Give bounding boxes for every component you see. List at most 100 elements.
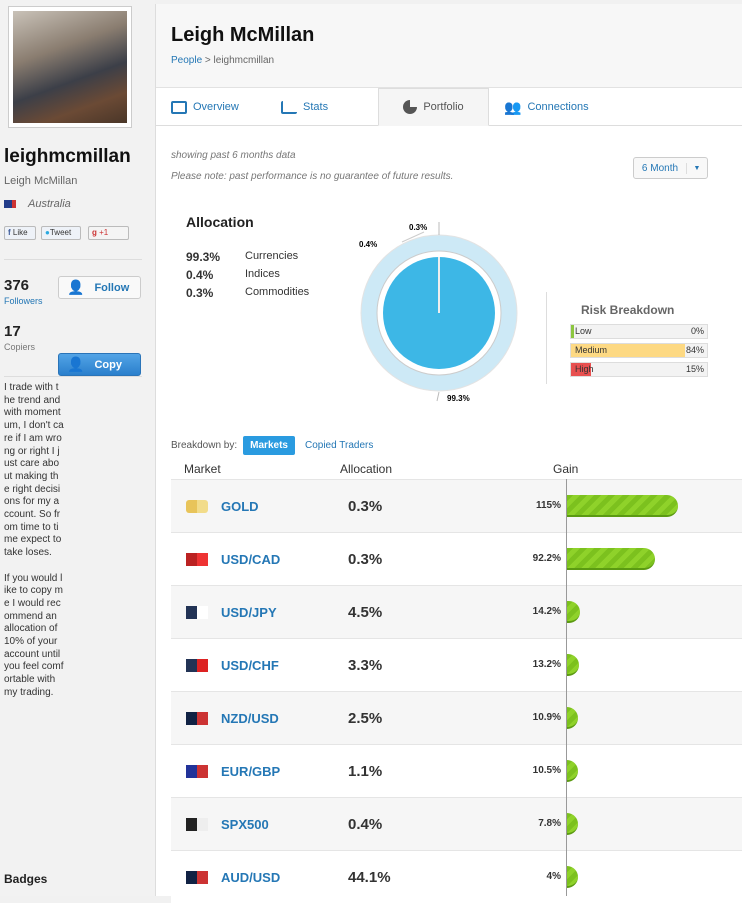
period-dropdown[interactable]: 6 Month ▼ bbox=[633, 157, 708, 179]
table-row[interactable]: AUD/USD 44.1% 4% bbox=[171, 850, 742, 903]
stats-chart-icon bbox=[281, 100, 297, 114]
breadcrumb: People > leighmcmillan bbox=[171, 55, 275, 66]
market-link[interactable]: NZD/USD bbox=[221, 711, 279, 726]
nz-us-flag-icon bbox=[186, 712, 208, 725]
main-panel: Leigh McMillan People > leighmcmillan Ov… bbox=[155, 4, 742, 903]
tab-stats[interactable]: Stats bbox=[281, 88, 328, 126]
risk-label: Low bbox=[575, 326, 592, 336]
table-row[interactable]: USD/JPY 4.5% 14.2% bbox=[171, 585, 742, 638]
follow-button[interactable]: 👤 Follow bbox=[58, 276, 141, 299]
username: leighmcmillan bbox=[4, 146, 131, 167]
users-icon: 👥 bbox=[504, 98, 522, 115]
followers-label[interactable]: Followers bbox=[4, 296, 43, 306]
gain-bar bbox=[566, 601, 580, 623]
gain-value: 7.8% bbox=[538, 818, 561, 829]
table-row[interactable]: USD/CHF 3.3% 13.2% bbox=[171, 638, 742, 691]
copy-button[interactable]: 👤 Copy bbox=[58, 353, 141, 376]
copiers-label: Copiers bbox=[4, 342, 36, 352]
market-link[interactable]: USD/CHF bbox=[221, 658, 279, 673]
copiers-count: 17 bbox=[4, 323, 21, 340]
allocation-pie-chart: 0.3% 0.4% 99.3% bbox=[359, 222, 518, 403]
gain-bar bbox=[566, 707, 578, 729]
gain-value: 10.5% bbox=[532, 765, 561, 776]
real-name: Leigh McMillan bbox=[4, 175, 78, 187]
risk-value: 0% bbox=[690, 326, 704, 336]
tweet-button[interactable]: ●Tweet bbox=[41, 226, 81, 240]
risk-bar-medium: Medium 84% bbox=[570, 343, 708, 358]
copy-user-icon: 👤 bbox=[67, 356, 85, 372]
us-jp-flag-icon bbox=[186, 606, 208, 619]
us-ch-flag-icon bbox=[186, 659, 208, 672]
column-gain: Gain bbox=[553, 462, 579, 476]
gain-bar bbox=[566, 654, 579, 676]
gain-bar bbox=[566, 813, 578, 835]
risk-label: Medium bbox=[575, 345, 608, 355]
gain-value: 92.2% bbox=[532, 553, 561, 564]
allocation-value: 1.1% bbox=[348, 763, 383, 780]
copied-traders-toggle[interactable]: Copied Traders bbox=[305, 440, 373, 451]
gain-value: 115% bbox=[535, 500, 561, 511]
table-row[interactable]: EUR/GBP 1.1% 10.5% bbox=[171, 744, 742, 797]
risk-label: High bbox=[575, 364, 594, 374]
google-plus-button[interactable]: g +1 bbox=[88, 226, 129, 240]
market-link[interactable]: USD/CAD bbox=[221, 552, 280, 567]
risk-bar-low: Low 0% bbox=[570, 324, 708, 339]
pie-chart-icon bbox=[403, 100, 418, 114]
markets-table: GOLD 0.3% 115% USD/CAD 0.3% 92.2% USD/JP… bbox=[171, 479, 742, 903]
breadcrumb-people[interactable]: People bbox=[171, 55, 202, 66]
table-row[interactable]: NZD/USD 2.5% 10.9% bbox=[171, 691, 742, 744]
avatar bbox=[8, 6, 132, 128]
gold-bar-flag-icon bbox=[186, 500, 208, 513]
allocation-row: 99.3% Currencies bbox=[186, 250, 299, 264]
australia-flag-icon bbox=[4, 200, 16, 208]
gain-axis bbox=[566, 479, 567, 896]
market-link[interactable]: GOLD bbox=[221, 499, 259, 514]
risk-value: 84% bbox=[685, 345, 704, 355]
country: Australia bbox=[4, 198, 71, 210]
gain-value: 4% bbox=[546, 871, 561, 882]
add-user-icon: 👤 bbox=[67, 279, 85, 295]
gain-bar bbox=[566, 548, 656, 570]
usa-flag-icon bbox=[186, 818, 208, 831]
page-header: Leigh McMillan People > leighmcmillan bbox=[156, 4, 742, 88]
followers-count: 376 bbox=[4, 277, 30, 294]
table-row[interactable]: USD/CAD 0.3% 92.2% bbox=[171, 532, 742, 585]
market-link[interactable]: USD/JPY bbox=[221, 605, 277, 620]
risk-value: 15% bbox=[685, 364, 704, 374]
allocation-value: 44.1% bbox=[348, 869, 391, 886]
eu-gb-flag-icon bbox=[186, 765, 208, 778]
gain-value: 14.2% bbox=[532, 606, 561, 617]
table-row[interactable]: GOLD 0.3% 115% bbox=[171, 479, 742, 532]
breakdown-selector: Breakdown by: Markets Copied Traders bbox=[171, 436, 373, 455]
markets-toggle[interactable]: Markets bbox=[243, 436, 295, 455]
profile-sidebar: leighmcmillan Leigh McMillan Australia f… bbox=[0, 0, 155, 896]
pie-label-indices: 0.4% bbox=[359, 240, 377, 249]
column-allocation: Allocation bbox=[340, 462, 393, 476]
risk-fill bbox=[571, 325, 574, 338]
allocation-value: 0.3% bbox=[348, 551, 383, 568]
market-link[interactable]: EUR/GBP bbox=[221, 764, 280, 779]
market-link[interactable]: SPX500 bbox=[221, 817, 269, 832]
divider bbox=[4, 259, 142, 260]
page-title: Leigh McMillan bbox=[171, 24, 315, 46]
tab-bar: Overview Stats Portfolio 👥 Connections bbox=[156, 88, 742, 126]
tab-connections[interactable]: 👥 Connections bbox=[504, 88, 589, 126]
disclaimer: Please note: past performance is no guar… bbox=[171, 171, 454, 182]
tab-overview[interactable]: Overview bbox=[171, 88, 239, 126]
risk-breakdown-title: Risk Breakdown bbox=[581, 303, 675, 317]
tab-portfolio[interactable]: Portfolio bbox=[378, 88, 489, 126]
us-ca-flag-icon bbox=[186, 553, 208, 566]
column-market: Market bbox=[184, 462, 221, 476]
divider bbox=[546, 292, 547, 384]
allocation-value: 3.3% bbox=[348, 657, 383, 674]
allocation-row: 0.3% Commodities bbox=[186, 286, 310, 300]
allocation-value: 4.5% bbox=[348, 604, 383, 621]
market-link[interactable]: AUD/USD bbox=[221, 870, 280, 885]
table-row[interactable]: SPX500 0.4% 7.8% bbox=[171, 797, 742, 850]
allocation-value: 0.4% bbox=[348, 816, 383, 833]
overview-icon bbox=[171, 100, 187, 114]
facebook-like-button[interactable]: f Like bbox=[4, 226, 36, 240]
gain-bar bbox=[566, 866, 578, 888]
gain-bar bbox=[566, 760, 578, 782]
pie-label-commodities: 0.3% bbox=[409, 223, 427, 232]
